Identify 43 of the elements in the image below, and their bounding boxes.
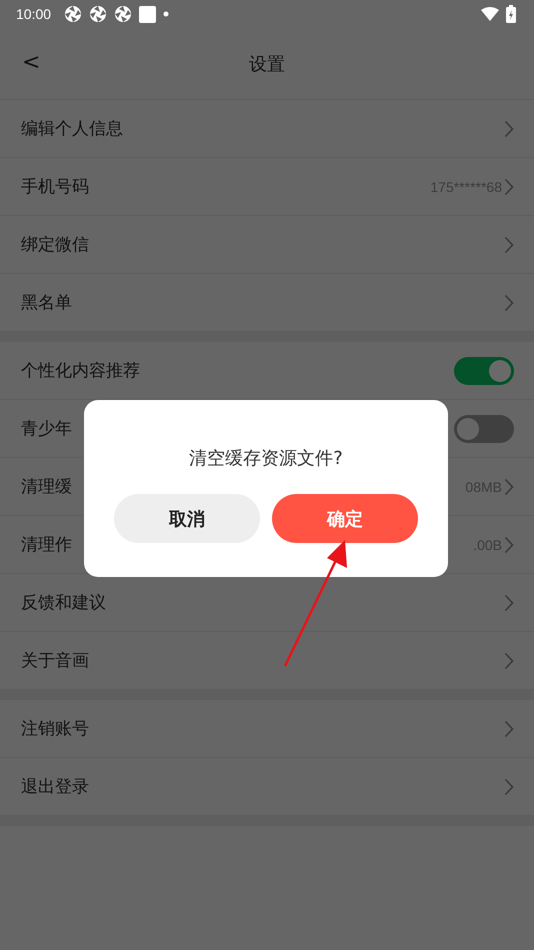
back-button[interactable]: < xyxy=(18,50,44,75)
settings-row[interactable]: 退出登录 xyxy=(0,758,534,816)
chevron-icon xyxy=(504,294,514,312)
wifi-icon xyxy=(481,7,499,21)
confirm-button[interactable]: 确定 xyxy=(272,494,418,543)
row-label: 个性化内容推荐 xyxy=(21,360,140,382)
battery-icon xyxy=(506,5,516,23)
dot-icon xyxy=(163,11,170,17)
notification-icon xyxy=(89,5,108,23)
dialog-message: 清空缓存资源文件? xyxy=(189,447,343,470)
row-label: 青少年 xyxy=(21,418,72,440)
toggle-switch[interactable] xyxy=(454,414,514,442)
notification-icon xyxy=(139,6,156,22)
page-title: 设置 xyxy=(249,52,285,76)
status-time: 10:00 xyxy=(16,6,52,22)
settings-row[interactable]: 黑名单 xyxy=(0,274,534,332)
settings-row[interactable]: 编辑个人信息 xyxy=(0,100,534,158)
row-label: 编辑个人信息 xyxy=(21,118,123,140)
notification-icon xyxy=(64,5,82,23)
row-label: 绑定微信 xyxy=(21,234,89,256)
chevron-icon xyxy=(504,594,514,612)
chevron-icon xyxy=(504,236,514,254)
chevron-icon xyxy=(504,652,514,670)
row-label: 退出登录 xyxy=(21,776,89,798)
chevron-icon xyxy=(504,120,514,138)
settings-row[interactable]: 注销账号 xyxy=(0,700,534,758)
chevron-icon xyxy=(504,778,514,796)
settings-row[interactable]: 绑定微信 xyxy=(0,216,534,274)
row-label: 关于音画 xyxy=(21,650,89,672)
chevron-icon xyxy=(504,720,514,738)
row-label: 注销账号 xyxy=(21,718,89,740)
row-label: 黑名单 xyxy=(21,292,72,314)
cancel-button[interactable]: 取消 xyxy=(114,494,260,543)
chevron-icon xyxy=(504,178,514,196)
row-label: 手机号码 xyxy=(21,176,89,198)
row-label: 清理缓 xyxy=(21,476,72,498)
chevron-icon xyxy=(504,478,514,496)
row-label: 反馈和建议 xyxy=(21,592,106,614)
toggle-switch[interactable] xyxy=(454,356,514,384)
notification-icon xyxy=(114,5,132,23)
chevron-icon xyxy=(504,536,514,554)
settings-row[interactable]: 关于音画 xyxy=(0,632,534,690)
row-label: 清理作 xyxy=(21,534,72,556)
